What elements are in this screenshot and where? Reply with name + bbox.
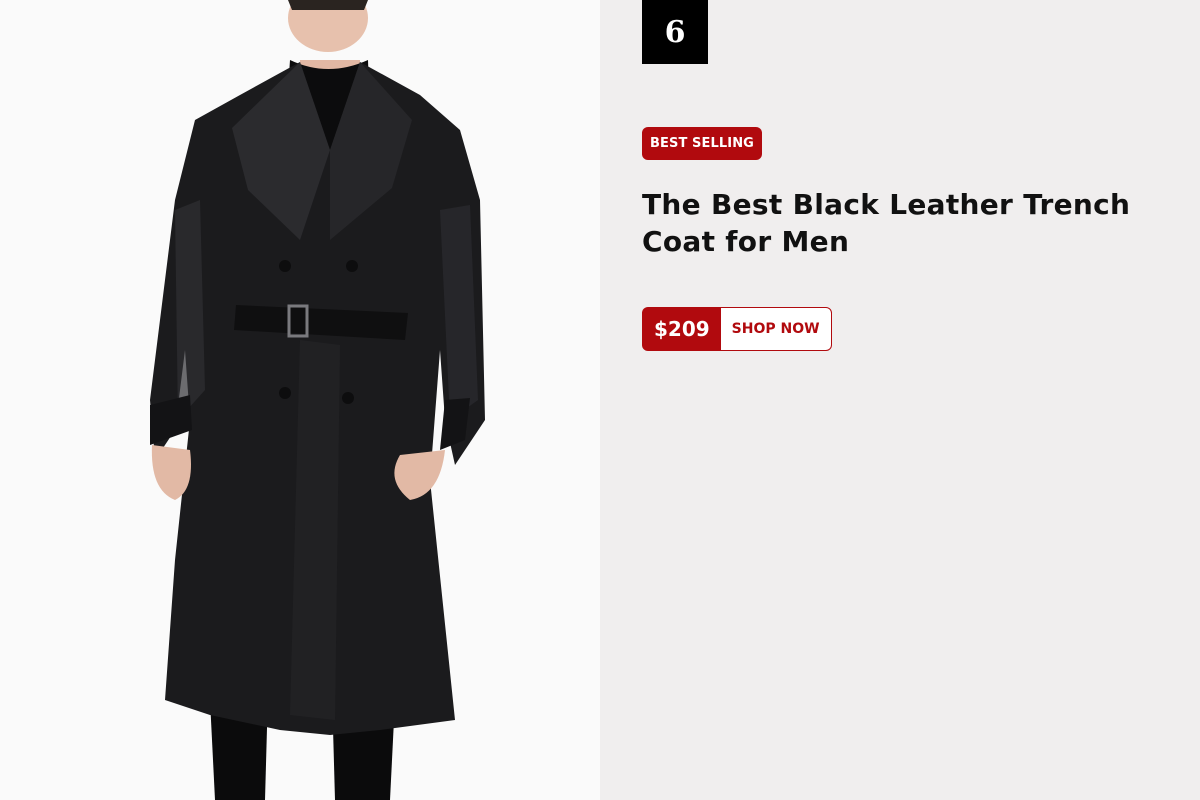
product-info-panel: 6 BEST SELLING The Best Black Leather Tr… [600, 0, 1200, 800]
shop-now-button[interactable]: SHOP NOW [719, 307, 832, 351]
product-photo [0, 0, 600, 800]
price-cta-group: $209 SHOP NOW [642, 307, 832, 351]
model-in-trench-coat-image [150, 0, 485, 800]
rank-number: 6 [642, 0, 708, 64]
product-title: The Best Black Leather Trench Coat for M… [642, 188, 1131, 258]
best-selling-badge: BEST SELLING [642, 127, 762, 160]
price-tag: $209 [642, 307, 720, 351]
